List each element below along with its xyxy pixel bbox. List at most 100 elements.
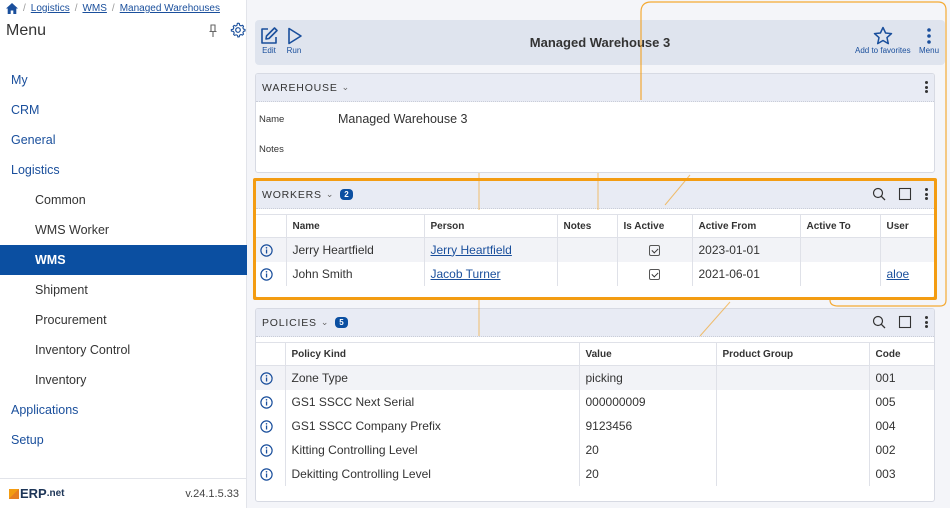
sidebar-item-shipment[interactable]: Shipment xyxy=(0,275,247,305)
table-row[interactable]: Dekitting Controlling Level 20 003 xyxy=(256,461,934,486)
policy-kind: Zone Type xyxy=(285,365,580,390)
table-row[interactable]: John Smith Jacob Turner 2021-06-01 aloe xyxy=(256,261,934,286)
sidebar-item-inventory-control[interactable]: Inventory Control xyxy=(0,335,247,365)
notes-label: Notes xyxy=(259,143,284,155)
breadcrumb-managed-warehouses[interactable]: Managed Warehouses xyxy=(120,3,220,14)
column-header-info xyxy=(256,342,286,366)
policy-product-group xyxy=(716,437,870,462)
info-icon[interactable] xyxy=(260,443,273,457)
worker-person-link[interactable]: Jerry Heartfield xyxy=(431,243,512,257)
is-active-checkbox[interactable] xyxy=(649,245,660,257)
sidebar-item-my[interactable]: My xyxy=(0,65,247,95)
policy-value: 9123456 xyxy=(579,413,717,438)
column-header-name[interactable]: Name xyxy=(286,214,425,238)
worker-name: Jerry Heartfield xyxy=(286,237,425,262)
column-header-notes[interactable]: Notes xyxy=(557,214,618,238)
column-header-value[interactable]: Value xyxy=(579,342,717,366)
sidebar-item-procurement[interactable]: Procurement xyxy=(0,305,247,335)
policy-kind: GS1 SSCC Next Serial xyxy=(285,389,580,414)
menu-button[interactable]: Menu xyxy=(919,26,939,55)
workers-panel-header[interactable]: WORKERS ⌄ 2 xyxy=(256,181,934,209)
worker-user-link[interactable]: aloe xyxy=(887,267,910,281)
table-row[interactable]: Kitting Controlling Level 20 002 xyxy=(256,437,934,462)
pin-icon[interactable] xyxy=(208,24,218,38)
worker-active-to xyxy=(800,237,881,262)
search-icon[interactable] xyxy=(872,315,886,329)
panel-menu-icon[interactable] xyxy=(924,187,928,201)
table-row[interactable]: Zone Type picking 001 xyxy=(256,365,934,390)
add-to-favorites-button[interactable]: Add to favorites xyxy=(855,26,911,55)
info-icon[interactable] xyxy=(260,467,273,481)
policies-count-badge: 5 xyxy=(335,317,348,328)
breadcrumb-wms[interactable]: WMS xyxy=(82,3,106,14)
breadcrumb-logistics[interactable]: Logistics xyxy=(31,3,70,14)
chevron-down-icon[interactable]: ⌄ xyxy=(321,317,329,328)
warehouse-panel-tools xyxy=(924,80,928,94)
maximize-icon[interactable] xyxy=(898,315,912,329)
panel-menu-icon[interactable] xyxy=(924,80,928,94)
column-header-active-from[interactable]: Active From xyxy=(692,214,801,238)
policies-panel-header[interactable]: POLICIES ⌄ 5 xyxy=(256,309,934,337)
sidebar-item-common[interactable]: Common xyxy=(0,185,247,215)
breadcrumb-separator: / xyxy=(23,3,26,14)
logo-text: ERP xyxy=(20,486,47,501)
table-row[interactable]: GS1 SSCC Company Prefix 9123456 004 xyxy=(256,413,934,438)
policies-table: Policy Kind Value Product Group Code Zon… xyxy=(256,342,934,486)
info-icon[interactable] xyxy=(260,395,273,409)
worker-person-link[interactable]: Jacob Turner xyxy=(431,267,501,281)
policy-product-group xyxy=(716,413,870,438)
sidebar: / Logistics / WMS / Managed Warehouses M… xyxy=(0,0,247,508)
sidebar-nav: My CRM General Logistics Common WMS Work… xyxy=(0,65,247,455)
table-row[interactable]: Jerry Heartfield Jerry Heartfield 2023-0… xyxy=(256,237,934,262)
chevron-down-icon[interactable]: ⌄ xyxy=(342,82,350,93)
policy-product-group xyxy=(716,389,870,414)
name-value[interactable]: Managed Warehouse 3 xyxy=(338,112,467,126)
menu-title: Menu xyxy=(6,22,47,39)
sidebar-item-wms-worker[interactable]: WMS Worker xyxy=(0,215,247,245)
sidebar-item-setup[interactable]: Setup xyxy=(0,425,247,455)
is-active-checkbox[interactable] xyxy=(649,268,660,280)
worker-active-from: 2021-06-01 xyxy=(692,261,801,286)
sidebar-item-applications[interactable]: Applications xyxy=(0,395,247,425)
worker-active-from: 2023-01-01 xyxy=(692,237,801,262)
search-icon[interactable] xyxy=(872,187,886,201)
column-header-is-active[interactable]: Is Active xyxy=(617,214,693,238)
sidebar-item-logistics[interactable]: Logistics xyxy=(0,155,247,185)
column-header-user[interactable]: User xyxy=(880,214,934,238)
column-header-product-group[interactable]: Product Group xyxy=(716,342,870,366)
info-icon[interactable] xyxy=(260,267,273,281)
sidebar-item-wms[interactable]: WMS xyxy=(0,245,247,275)
panel-menu-icon[interactable] xyxy=(924,315,928,329)
erp-logo: ERP .net xyxy=(9,486,65,501)
workers-panel: WORKERS ⌄ 2 Name Person Notes Is Active … xyxy=(255,180,935,298)
policy-code: 004 xyxy=(875,418,896,433)
maximize-icon[interactable] xyxy=(898,187,912,201)
policy-value: picking xyxy=(579,365,717,390)
breadcrumb: / Logistics / WMS / Managed Warehouses xyxy=(6,3,220,14)
policy-kind: Kitting Controlling Level xyxy=(285,437,580,462)
column-header-policy-kind[interactable]: Policy Kind xyxy=(285,342,580,366)
table-row[interactable]: GS1 SSCC Next Serial 000000009 005 xyxy=(256,389,934,414)
sidebar-item-general[interactable]: General xyxy=(0,125,247,155)
worker-notes xyxy=(557,237,618,262)
column-header-code[interactable]: Code xyxy=(869,342,934,366)
column-header-person[interactable]: Person xyxy=(424,214,558,238)
page-title: Managed Warehouse 3 xyxy=(529,35,671,50)
toolbar: Edit Run Managed Warehouse 3 Add to favo… xyxy=(255,20,945,65)
breadcrumb-separator: / xyxy=(111,3,115,14)
workers-table: Name Person Notes Is Active Active From … xyxy=(256,214,934,286)
info-icon[interactable] xyxy=(260,244,273,257)
workers-table-header: Name Person Notes Is Active Active From … xyxy=(256,214,934,238)
column-header-active-to[interactable]: Active To xyxy=(800,214,881,238)
info-icon[interactable] xyxy=(260,372,273,385)
home-icon[interactable] xyxy=(6,3,18,14)
chevron-down-icon[interactable]: ⌄ xyxy=(326,189,334,200)
sidebar-item-inventory[interactable]: Inventory xyxy=(0,365,247,395)
sidebar-footer: ERP .net v.24.1.5.33 xyxy=(0,478,247,508)
sidebar-item-crm[interactable]: CRM xyxy=(0,95,247,125)
gear-icon[interactable] xyxy=(230,22,246,38)
policy-kind: Dekitting Controlling Level xyxy=(285,461,580,486)
info-icon[interactable] xyxy=(260,419,273,433)
warehouse-panel-header[interactable]: WAREHOUSE ⌄ xyxy=(256,74,934,102)
logo-suffix: .net xyxy=(46,488,65,499)
